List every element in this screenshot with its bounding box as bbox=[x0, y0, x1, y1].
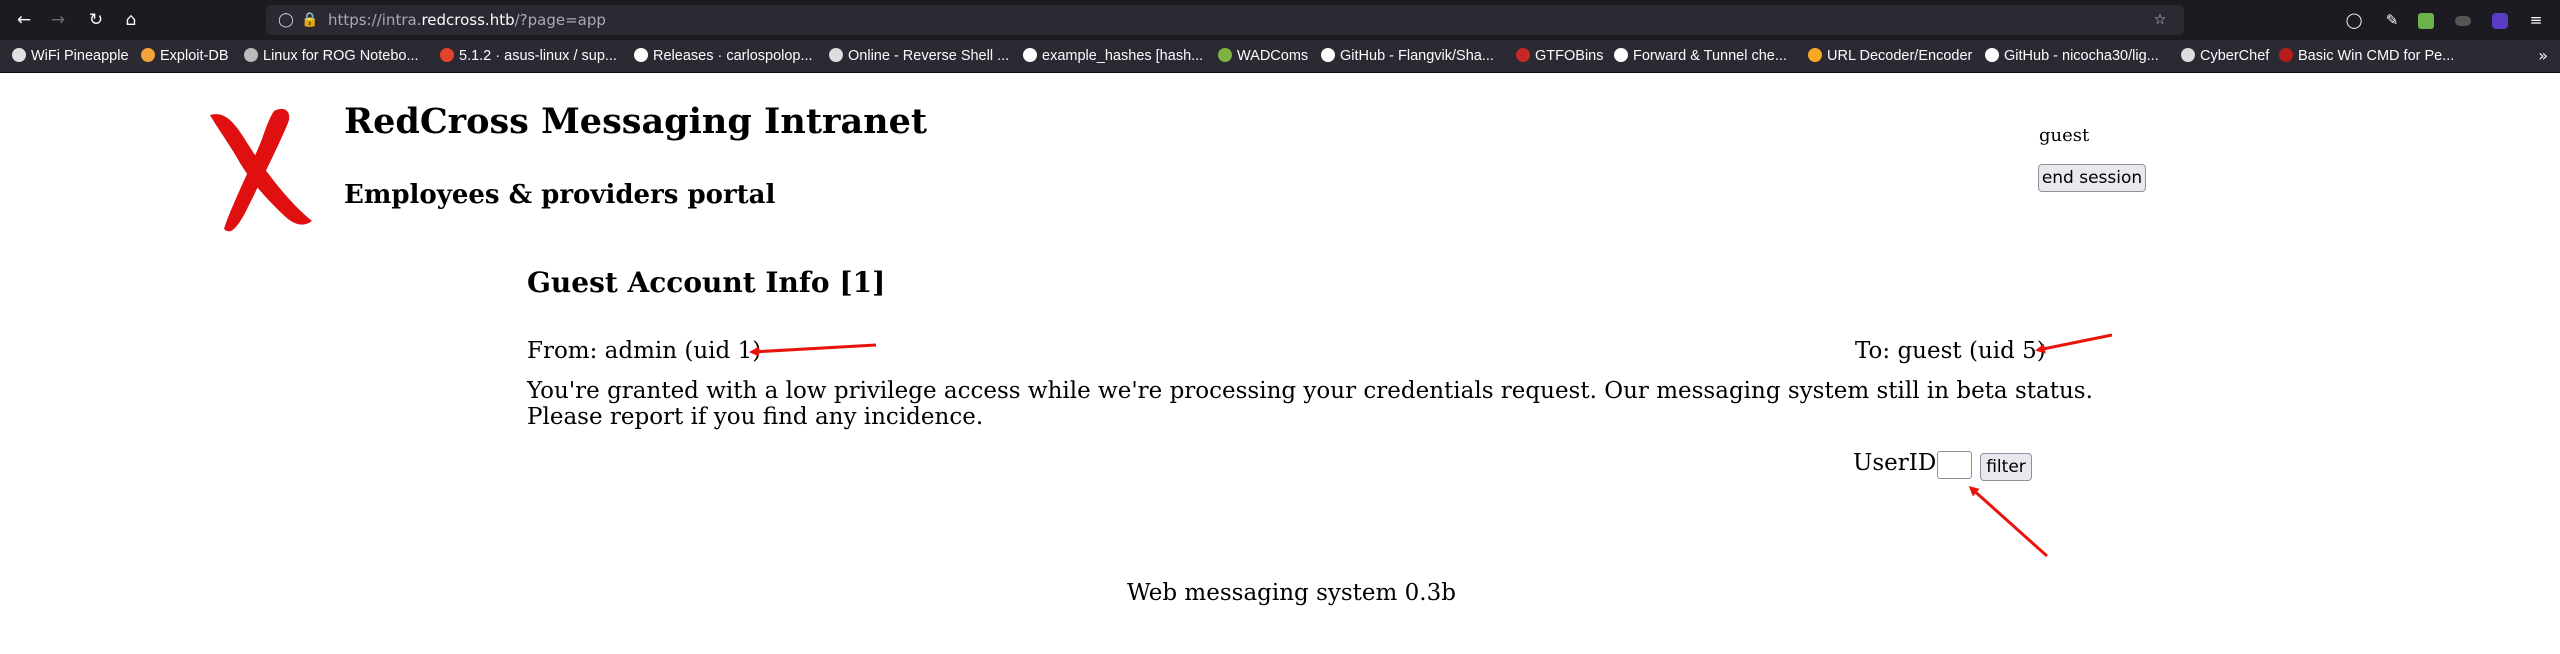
bookmark-favicon-icon bbox=[12, 48, 26, 62]
url-suffix: /?page=app bbox=[514, 11, 606, 29]
bookmark-favicon-icon bbox=[1985, 48, 1999, 62]
userid-input[interactable] bbox=[1937, 451, 1972, 479]
bookmark-favicon-icon bbox=[1218, 48, 1232, 62]
bookmark-label: Basic Win CMD for Pe... bbox=[2298, 48, 2455, 64]
userid-label: UserID bbox=[1853, 450, 1937, 476]
bookmark-item[interactable]: Online - Reverse Shell ... bbox=[829, 40, 1009, 72]
message-from: From: admin (uid 1) bbox=[527, 338, 762, 364]
bookmark-item[interactable]: URL Decoder/Encoder bbox=[1808, 40, 1972, 72]
bookmark-label: URL Decoder/Encoder bbox=[1827, 48, 1973, 64]
bookmark-favicon-icon bbox=[2279, 48, 2293, 62]
bookmark-label: WiFi Pineapple bbox=[31, 48, 129, 64]
bookmark-favicon-icon bbox=[440, 48, 454, 62]
bookmark-item[interactable]: CyberChef bbox=[2181, 40, 2269, 72]
bookmark-favicon-icon bbox=[1023, 48, 1037, 62]
bookmark-label: GTFOBins bbox=[1535, 48, 1604, 64]
bookmark-item[interactable]: GitHub - nicocha30/lig... bbox=[1985, 40, 2159, 72]
bookmark-item[interactable]: WiFi Pineapple bbox=[12, 40, 129, 72]
footer-text: Web messaging system 0.3b bbox=[1127, 580, 1456, 606]
bookmark-label: example_hashes [hash... bbox=[1042, 48, 1204, 64]
message-to: To: guest (uid 5) bbox=[1855, 338, 2046, 364]
page-content: RedCross Messaging Intranet Employees & … bbox=[0, 73, 2560, 654]
bookmark-label: WADComs bbox=[1237, 48, 1309, 64]
addon-icon-2[interactable] bbox=[2451, 8, 2475, 32]
filter-button[interactable]: filter bbox=[1980, 453, 2032, 481]
bookmark-favicon-icon bbox=[634, 48, 648, 62]
site-subtitle: Employees & providers portal bbox=[344, 180, 776, 210]
message-body: You're granted with a low privilege acce… bbox=[527, 378, 2093, 430]
bookmark-label: Online - Reverse Shell ... bbox=[848, 48, 1010, 64]
bookmark-favicon-icon bbox=[1614, 48, 1628, 62]
message-body-line: You're granted with a low privilege acce… bbox=[527, 378, 2093, 404]
browser-toolbar: ← → ↻ ⌂ ◯ 🔒 https://intra.redcross.htb/?… bbox=[0, 0, 2560, 40]
redcross-logo-icon bbox=[210, 108, 312, 232]
bookmark-label: GitHub - Flangvik/Sha... bbox=[1340, 48, 1494, 64]
bookmark-item[interactable]: GitHub - Flangvik/Sha... bbox=[1321, 40, 1494, 72]
url-bar[interactable]: ◯ 🔒 https://intra.redcross.htb/?page=app… bbox=[266, 5, 2184, 35]
url-domain: redcross.htb bbox=[421, 11, 515, 29]
bookmark-item[interactable]: Releases · carlospolop... bbox=[634, 40, 813, 72]
bookmark-item[interactable]: WADComs bbox=[1218, 40, 1308, 72]
url-text[interactable]: https://intra.redcross.htb/?page=app bbox=[328, 5, 606, 35]
end-session-button[interactable]: end session bbox=[2038, 164, 2146, 192]
forward-icon[interactable]: → bbox=[46, 8, 70, 32]
site-title: RedCross Messaging Intranet bbox=[344, 101, 928, 142]
pocket-icon[interactable]: ◯ bbox=[2342, 8, 2366, 32]
url-prefix: https://intra. bbox=[328, 11, 422, 29]
bookmark-label: 5.1.2 · asus-linux / sup... bbox=[459, 48, 617, 64]
bookmark-favicon-icon bbox=[829, 48, 843, 62]
bookmark-label: Exploit-DB bbox=[160, 48, 229, 64]
bookmark-label: Forward & Tunnel che... bbox=[1633, 48, 1787, 64]
bookmark-favicon-icon bbox=[1808, 48, 1822, 62]
home-icon[interactable]: ⌂ bbox=[119, 8, 143, 32]
bookmark-label: Releases · carlospolop... bbox=[653, 48, 813, 64]
bookmark-label: CyberChef bbox=[2200, 48, 2270, 64]
reload-icon[interactable]: ↻ bbox=[84, 8, 108, 32]
addon-icon[interactable] bbox=[2414, 8, 2438, 32]
bookmark-favicon-icon bbox=[141, 48, 155, 62]
message-body-line: Please report if you find any incidence. bbox=[527, 404, 984, 430]
bookmark-item[interactable]: Exploit-DB bbox=[141, 40, 229, 72]
bookmark-item[interactable]: GTFOBins bbox=[1516, 40, 1603, 72]
back-icon[interactable]: ← bbox=[12, 8, 36, 32]
shield-icon[interactable]: ◯ bbox=[274, 8, 298, 32]
bookmark-item[interactable]: Basic Win CMD for Pe... bbox=[2279, 40, 2454, 72]
bookmark-favicon-icon bbox=[1321, 48, 1335, 62]
bookmark-item[interactable]: example_hashes [hash... bbox=[1023, 40, 1203, 72]
bookmark-item[interactable]: Linux for ROG Notebo... bbox=[244, 40, 419, 72]
bookmark-label: GitHub - nicocha30/lig... bbox=[2004, 48, 2159, 64]
lock-icon[interactable]: 🔒 bbox=[298, 8, 322, 32]
bookmark-favicon-icon bbox=[244, 48, 258, 62]
extensions-icon[interactable]: ✎ bbox=[2380, 8, 2404, 32]
current-user-name: guest bbox=[2039, 125, 2090, 146]
bookmarks-toolbar: WiFi Pineapple Exploit-DB Linux for ROG … bbox=[0, 40, 2560, 73]
bookmark-favicon-icon bbox=[2181, 48, 2195, 62]
bookmark-item[interactable]: 5.1.2 · asus-linux / sup... bbox=[440, 40, 617, 72]
bookmark-star-icon[interactable]: ☆ bbox=[2148, 8, 2172, 32]
bookmarks-overflow-icon[interactable]: » bbox=[2538, 40, 2548, 72]
bookmark-label: Linux for ROG Notebo... bbox=[263, 48, 419, 64]
message-title: Guest Account Info [1] bbox=[527, 266, 886, 299]
bookmark-favicon-icon bbox=[1516, 48, 1530, 62]
menu-icon[interactable]: ≡ bbox=[2524, 8, 2548, 32]
bookmark-item[interactable]: Forward & Tunnel che... bbox=[1614, 40, 1787, 72]
addon-icon-3[interactable] bbox=[2488, 8, 2512, 32]
